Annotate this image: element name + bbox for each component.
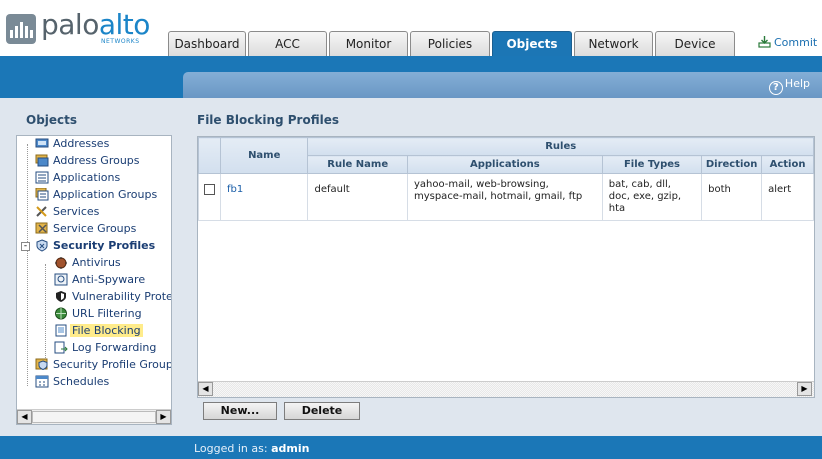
anti-spyware-icon [54, 273, 68, 286]
grid-scroll-right-icon[interactable]: ▶ [797, 382, 812, 396]
footer: Logged in as: admin [0, 436, 822, 459]
profiles-grid: Name Rules Rule Name Applications File T… [197, 136, 815, 398]
grid-scroll-left-icon[interactable]: ◀ [198, 382, 213, 396]
page-title: File Blocking Profiles [197, 113, 340, 127]
file-blocking-icon [55, 324, 67, 337]
object-tree: Addresses Address Groups Applications Ap… [16, 135, 172, 425]
tab-network[interactable]: Network [574, 31, 653, 56]
profiles-table: Name Rules Rule Name Applications File T… [198, 137, 814, 221]
tab-acc[interactable]: ACC [248, 31, 327, 56]
services-icon [36, 206, 47, 217]
commit-button[interactable]: Commit [758, 35, 817, 49]
applications-icon [35, 171, 49, 184]
delete-button[interactable]: Delete [284, 402, 360, 420]
schedules-icon [35, 375, 49, 388]
vulnerability-icon [56, 291, 66, 302]
file-types-cell: bat, cab, dll, doc, exe, gzip, hta [601, 173, 703, 221]
commit-label: Commit [774, 36, 818, 49]
application-groups-icon [35, 188, 49, 201]
help-icon: ? [768, 81, 783, 95]
help-label: Help [784, 77, 810, 90]
help-bar: ? Help [183, 72, 822, 98]
applications-column-header[interactable]: Applications [406, 155, 603, 174]
address-group-icon [35, 154, 49, 167]
login-status: Logged in as: admin [194, 442, 310, 455]
select-column-header [198, 137, 221, 174]
main-panel: File Blocking Profiles Name Rules Rule N… [183, 98, 822, 436]
new-button[interactable]: New... [203, 402, 277, 420]
rules-group-header: Rules [307, 137, 814, 156]
log-forwarding-icon [54, 341, 68, 354]
collapse-toggle[interactable]: - [21, 242, 30, 251]
logo-subtext: NETWORKS [101, 38, 140, 45]
url-filtering-icon [55, 307, 67, 320]
tab-device[interactable]: Device [655, 31, 735, 56]
direction-cell: both [701, 173, 763, 221]
table-row[interactable]: fb1 default yahoo-mail, web-browsing, my… [198, 173, 814, 221]
profile-name-link[interactable]: fb1 [219, 173, 309, 221]
security-profiles-icon [36, 239, 48, 252]
sidebar-title: Objects [26, 113, 78, 127]
tab-policies[interactable]: Policies [410, 31, 490, 56]
help-button[interactable]: ? Help [768, 77, 810, 95]
address-icon [35, 138, 49, 148]
antivirus-icon [55, 257, 67, 269]
scroll-right-icon[interactable]: ▶ [156, 410, 171, 424]
tab-monitor[interactable]: Monitor [329, 31, 408, 56]
tree-scroll-thumb[interactable] [32, 411, 156, 423]
action-column-header[interactable]: Action [761, 155, 814, 174]
logo-text: paloalto [41, 8, 150, 41]
tree-horizontal-scrollbar[interactable]: ◀ ▶ [17, 409, 171, 424]
applications-cell: yahoo-mail, web-browsing, myspace-mail, … [406, 173, 603, 221]
left-panel: Objects Addresses Address Groups Applica… [0, 98, 183, 436]
logged-in-user: admin [271, 442, 310, 455]
security-profile-groups-icon [35, 358, 48, 371]
tab-dashboard[interactable]: Dashboard [168, 31, 246, 56]
action-cell: alert [761, 173, 814, 221]
grid-horizontal-scrollbar[interactable]: ◀ ▶ [198, 381, 814, 397]
logo-mark-icon [6, 14, 36, 44]
rule-name-column-header[interactable]: Rule Name [307, 155, 408, 174]
direction-column-header[interactable]: Direction [701, 155, 763, 174]
row-checkbox[interactable] [204, 184, 215, 195]
service-groups-icon [35, 222, 48, 234]
tab-objects[interactable]: Objects [492, 31, 572, 56]
name-column-header[interactable]: Name [219, 137, 309, 174]
scroll-left-icon[interactable]: ◀ [17, 410, 32, 424]
header: paloalto NETWORKS Dashboard ACC Monitor … [0, 0, 822, 56]
file-types-column-header[interactable]: File Types [601, 155, 703, 174]
rule-name-cell: default [307, 173, 408, 221]
commit-icon [758, 36, 771, 48]
